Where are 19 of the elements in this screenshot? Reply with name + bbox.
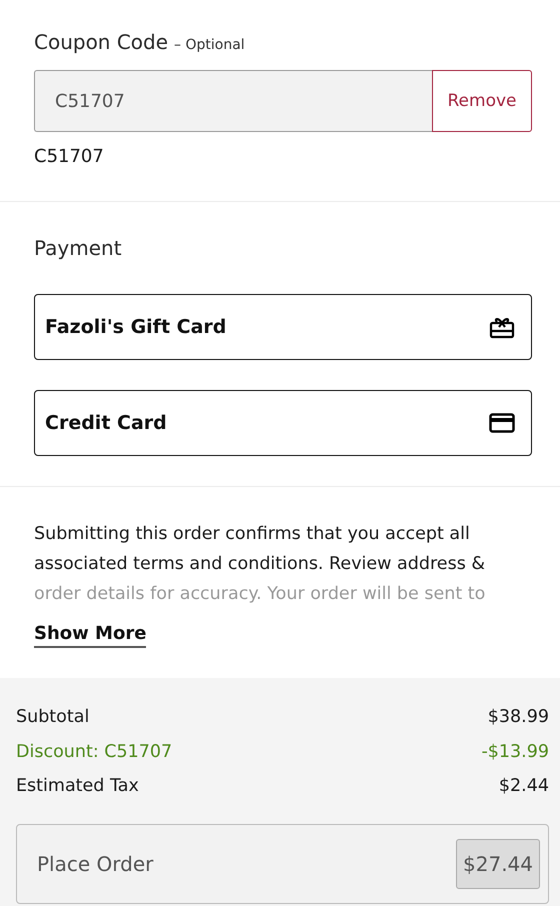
credit-card-icon — [489, 413, 515, 433]
terms-paragraph: Submitting this order confirms that you accept all associated terms and conditions. Review address & order details for accuracy. Your order will be sent to — [34, 523, 486, 606]
optional-hint: – Optional — [174, 37, 245, 53]
summary-label: Discount: C51707 — [16, 740, 172, 764]
gift-icon — [489, 315, 515, 339]
show-more-link[interactable]: Show More — [34, 623, 146, 648]
payment-option[interactable]: Credit Card — [34, 390, 532, 456]
section-title: Payment — [34, 236, 123, 260]
summary-amount: $38.99 — [488, 706, 549, 729]
summary-label: Estimated Tax — [16, 775, 139, 798]
section-title: Coupon Code — [34, 30, 168, 54]
summary-label: Subtotal — [16, 706, 90, 729]
order-total: $27.44 — [456, 838, 540, 888]
applied-coupon: C51707 — [34, 146, 105, 167]
summary-amount: $2.44 — [498, 775, 549, 798]
remove-button[interactable]: Remove — [432, 70, 532, 132]
summary-amount: -$13.99 — [481, 740, 549, 764]
payment-option[interactable]: Fazoli's Gift Card — [34, 294, 532, 360]
coupon-field[interactable]: C51707 — [34, 70, 432, 132]
